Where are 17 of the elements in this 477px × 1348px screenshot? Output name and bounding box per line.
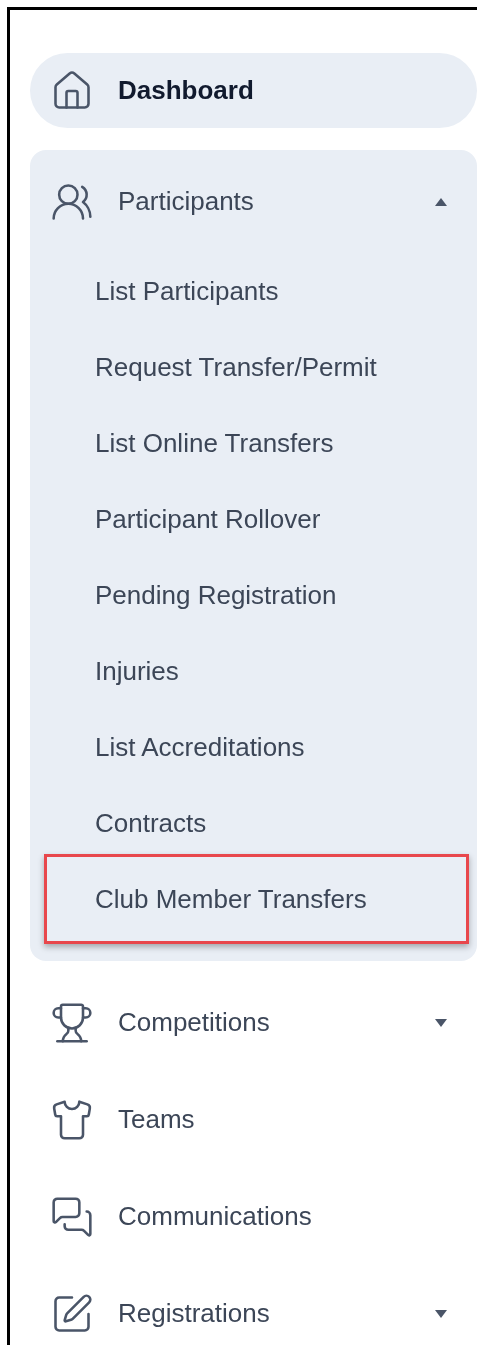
trophy-icon: [50, 1000, 94, 1045]
nav-subitem[interactable]: Club Member Transfers: [44, 854, 469, 944]
nav-subitem[interactable]: Participant Rollover: [44, 481, 469, 557]
nav-link[interactable]: Dashboard: [30, 53, 477, 128]
nav-subitem[interactable]: Request Transfer/Permit: [44, 329, 469, 405]
nav-link[interactable]: Communications: [30, 1168, 477, 1265]
nav-group-header[interactable]: Registrations: [30, 1265, 477, 1345]
nav-subitem[interactable]: List Accreditations: [44, 709, 469, 785]
chat-bubbles-icon: [50, 1194, 94, 1239]
nav-group-header[interactable]: Competitions: [30, 974, 477, 1071]
nav-subitem[interactable]: Injuries: [44, 633, 469, 709]
nav-group-header[interactable]: Participants: [30, 150, 477, 253]
shirt-icon: [50, 1097, 94, 1142]
nav-subitem[interactable]: Pending Registration: [44, 557, 469, 633]
nav-link[interactable]: Teams: [30, 1071, 477, 1168]
nav-subitem[interactable]: List Online Transfers: [44, 405, 469, 481]
nav-subitem[interactable]: List Participants: [44, 253, 469, 329]
